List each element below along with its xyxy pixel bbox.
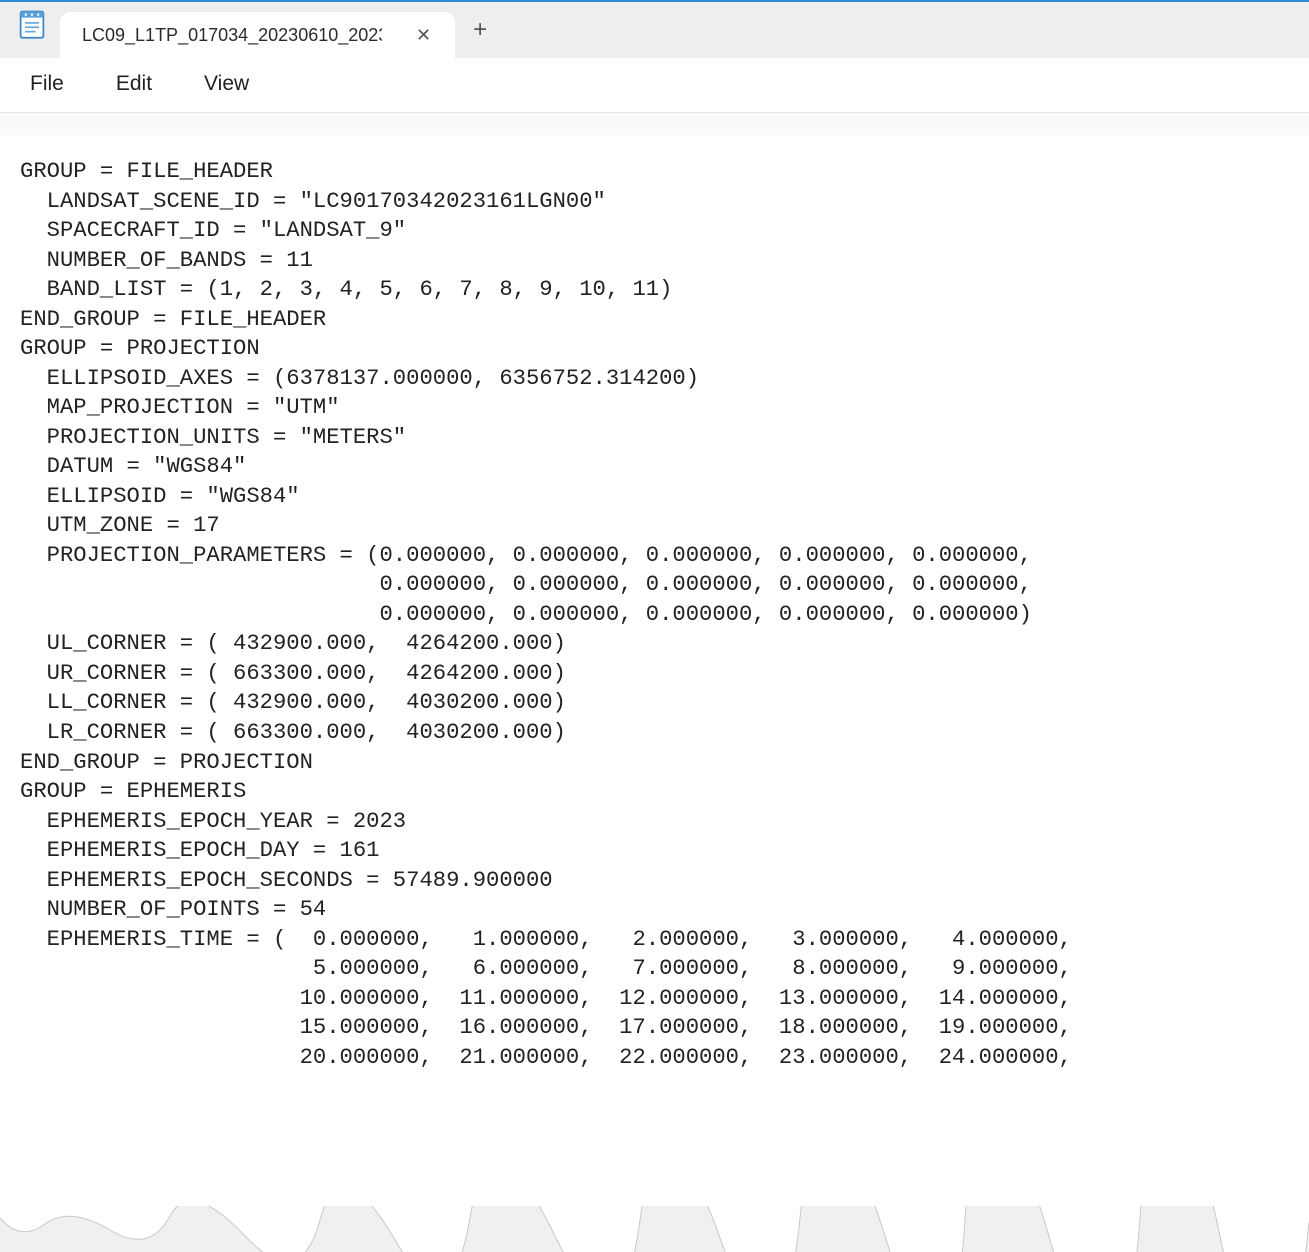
notepad-app-icon [18,8,46,40]
menubar: File Edit View [0,58,1309,113]
titlebar: LC09_L1TP_017034_20230610_2023( ✕ + [0,2,1309,58]
close-tab-icon[interactable]: ✕ [410,21,437,50]
menu-file[interactable]: File [8,64,86,104]
text-editor-content[interactable]: GROUP = FILE_HEADER LANDSAT_SCENE_ID = "… [0,135,1309,1204]
tab-title: LC09_L1TP_017034_20230610_2023( [82,25,382,46]
notepad-window: LC09_L1TP_017034_20230610_2023( ✕ + File… [0,0,1309,1252]
document-tab[interactable]: LC09_L1TP_017034_20230610_2023( ✕ [60,12,455,58]
menu-view[interactable]: View [182,64,271,104]
new-tab-button[interactable]: + [455,16,505,44]
torn-edge-decoration [0,1204,1309,1252]
menu-edit[interactable]: Edit [94,64,174,104]
